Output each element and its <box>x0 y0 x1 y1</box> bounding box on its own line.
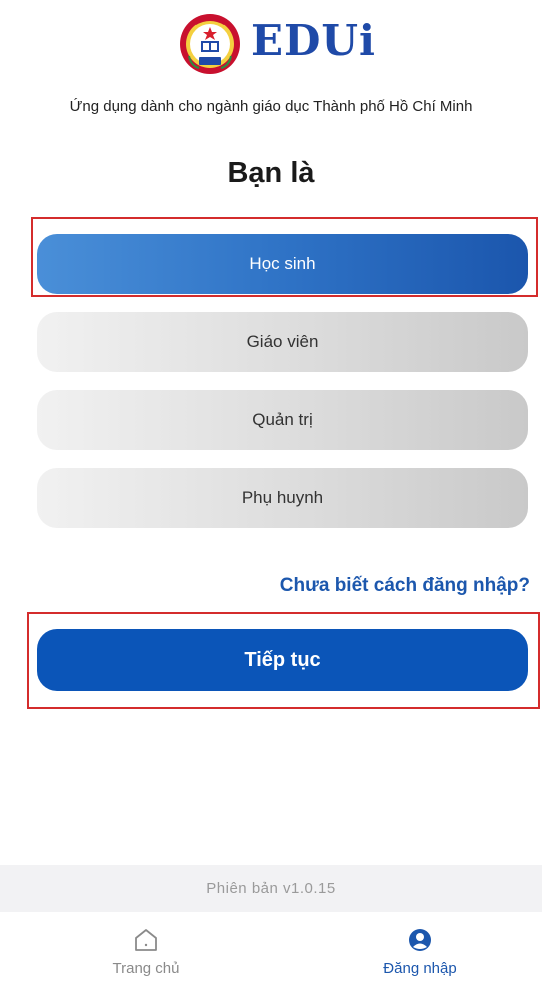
brand-name: EDUi <box>251 16 377 65</box>
role-question-title: Bạn là <box>227 157 315 189</box>
role-option-parent[interactable]: Phụ huynh <box>37 468 528 528</box>
app-tagline: Ứng dụng dành cho ngành giáo dục Thành p… <box>69 98 473 115</box>
app-header: EDUi <box>0 8 542 78</box>
role-option-teacher[interactable]: Giáo viên <box>37 312 528 372</box>
role-option-admin[interactable]: Quản trị <box>37 390 528 450</box>
continue-button[interactable]: Tiếp tục <box>37 629 528 691</box>
nav-item-login[interactable]: Đăng nhập <box>340 926 500 977</box>
login-help-link[interactable]: Chưa biết cách đăng nhập? <box>280 575 530 597</box>
version-bar: Phiên bản v1.0.15 <box>0 865 542 912</box>
user-icon <box>409 929 431 951</box>
school-emblem-icon <box>180 14 240 74</box>
nav-label-home: Trang chủ <box>112 960 180 977</box>
nav-label-login: Đăng nhập <box>383 960 457 977</box>
bottom-nav: Trang chủ Đăng nhập <box>0 912 542 985</box>
version-text: Phiên bản v1.0.15 <box>206 880 336 897</box>
role-option-student[interactable]: Học sinh <box>37 234 528 294</box>
nav-item-home[interactable]: Trang chủ <box>66 926 226 977</box>
home-icon <box>135 929 157 951</box>
